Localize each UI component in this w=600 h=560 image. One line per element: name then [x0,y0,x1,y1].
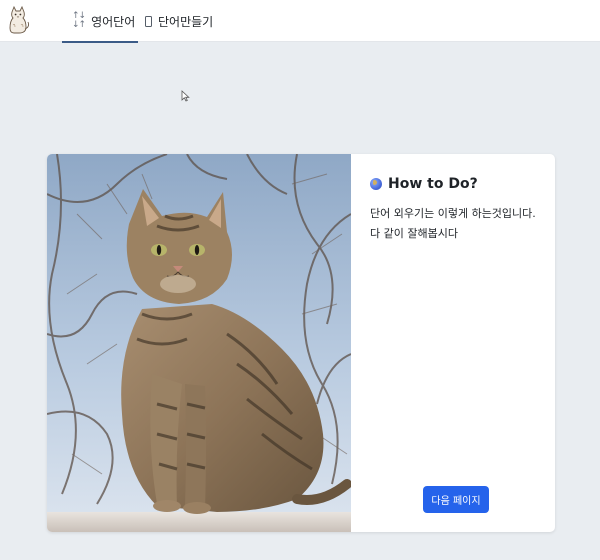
mouse-cursor-icon [181,90,190,102]
top-nav: ↑↓ ↓↑ 영어단어 단어만들기 [0,0,600,43]
globe-icon [370,178,382,190]
phone-icon [145,15,152,27]
tab-make-words[interactable]: 단어만들기 [143,0,223,42]
tab-english-words[interactable]: ↑↓ ↓↑ 영어단어 [62,0,138,43]
tab-english-words-label: 영어단어 [91,14,136,29]
cat-logo-icon[interactable] [6,5,30,35]
card-description: 단어 외우기는 이렇게 하는것입니다. 다 같이 잘해봅시다 [370,207,536,240]
how-to-card: How to Do? 단어 외우기는 이렇게 하는것입니다. 다 같이 잘해봅시… [47,154,555,532]
cat-photo [47,154,351,532]
next-page-button[interactable]: 다음 페이지 [423,486,489,513]
tab-make-words-label: 단어만들기 [158,14,214,29]
sort-icon: ↑↓ ↓↑ [72,11,86,30]
card-title: How to Do? [388,176,478,192]
card-body: How to Do? 단어 외우기는 이렇게 하는것입니다. 다 같이 잘해봅시… [351,154,555,532]
card-header: How to Do? [370,176,478,192]
